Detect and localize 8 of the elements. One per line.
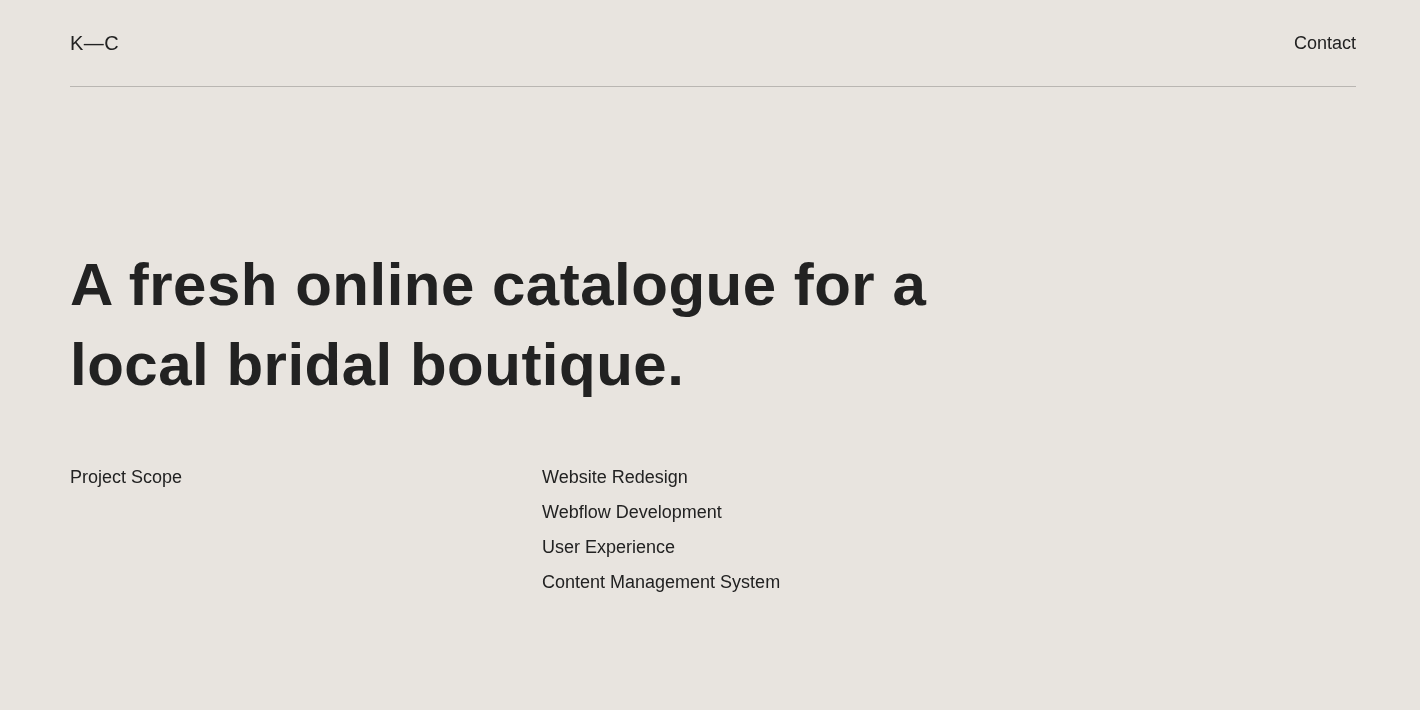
scope-item: Website Redesign <box>542 467 689 488</box>
contact-link[interactable]: Contact <box>1293 32 1356 54</box>
scope-item: Content Management System <box>542 572 782 593</box>
headline: A fresh online catalogue for a local bridal boutique. <box>70 250 928 400</box>
scope-label: Project Scope <box>70 467 184 489</box>
scope-item: Webflow Development <box>542 502 723 523</box>
scope-item: User Experience <box>542 537 677 558</box>
logo[interactable]: K—C <box>70 31 120 55</box>
